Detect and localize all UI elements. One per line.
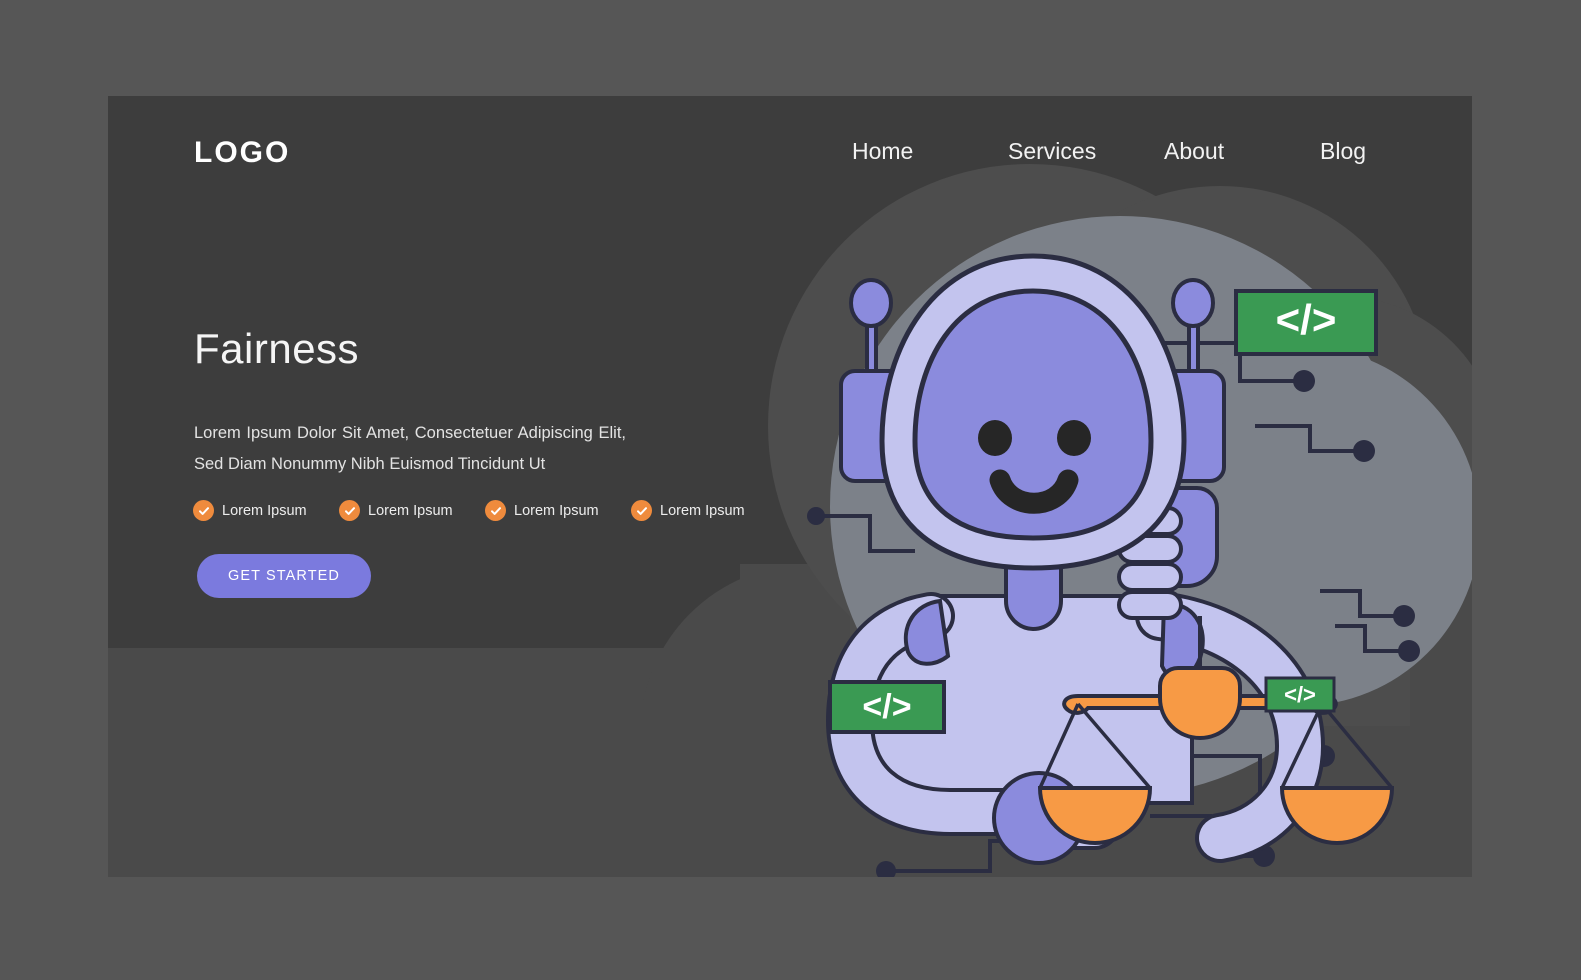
nav-item-services[interactable]: Services (1008, 138, 1096, 165)
nav-item-blog[interactable]: Blog (1320, 138, 1366, 165)
nav-item-about[interactable]: About (1164, 138, 1224, 165)
feature-label: Lorem Ipsum (514, 502, 599, 519)
feature-item-4[interactable]: Lorem Ipsum (631, 500, 745, 521)
get-started-button[interactable]: GET STARTED (197, 554, 371, 598)
check-circle-icon (631, 500, 652, 521)
card-overlay-block (740, 564, 1472, 684)
feature-item-1[interactable]: Lorem Ipsum (193, 500, 307, 521)
check-circle-icon (193, 500, 214, 521)
feature-label: Lorem Ipsum (368, 502, 453, 519)
page-title: Fairness (194, 325, 360, 372)
check-circle-icon (339, 500, 360, 521)
check-circle-icon (485, 500, 506, 521)
hero-card (108, 96, 1472, 877)
feature-item-2[interactable]: Lorem Ipsum (339, 500, 453, 521)
logo[interactable]: LOGO (194, 136, 290, 170)
nav-item-home[interactable]: Home (852, 138, 913, 165)
main-navigation: Home Services About Blog (840, 138, 1400, 174)
hero-description: Lorem Ipsum Dolor Sit Amet, Consectetuer… (194, 424, 626, 473)
feature-label: Lorem Ipsum (660, 502, 745, 519)
feature-label: Lorem Ipsum (222, 502, 307, 519)
feature-item-3[interactable]: Lorem Ipsum (485, 500, 599, 521)
page-root: </> </> </> LOGO Home Services About Blo… (0, 0, 1581, 980)
